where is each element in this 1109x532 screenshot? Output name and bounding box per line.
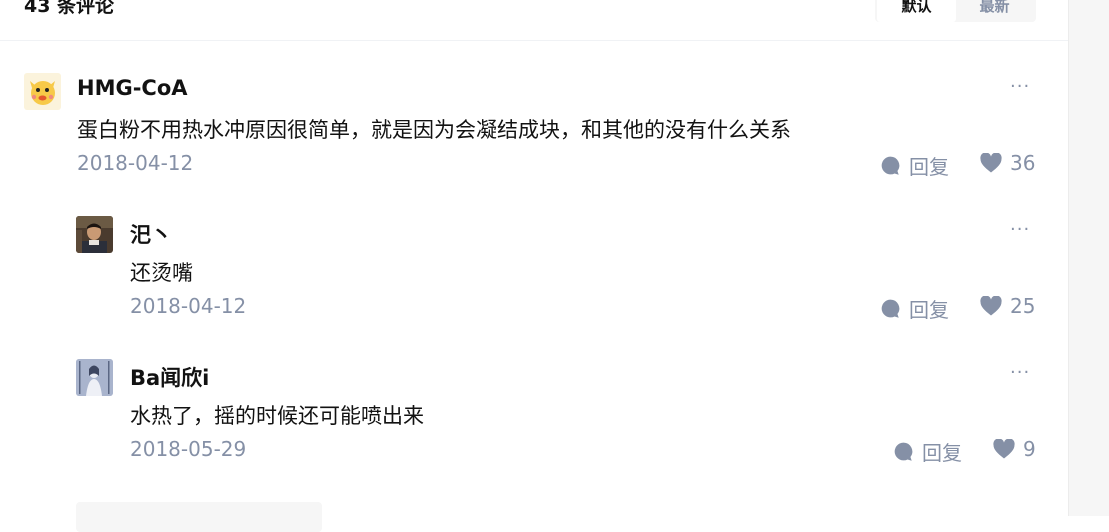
- like-count: 25: [1010, 294, 1036, 318]
- comment-content: 还烫嘴: [130, 261, 193, 285]
- load-more-button[interactable]: [76, 502, 322, 532]
- like-button[interactable]: 9: [993, 437, 1036, 461]
- comment-bubble-icon: [880, 155, 901, 176]
- comment-date: 2018-05-29: [130, 437, 247, 461]
- comment-author[interactable]: Ba闻欣i: [130, 362, 209, 392]
- comment-content: 水热了，摇的时候还可能喷出来: [130, 404, 424, 428]
- more-options-icon[interactable]: ···: [1010, 362, 1030, 383]
- reply-item: Ba闻欣i ··· 水热了，摇的时候还可能喷出来 2018-05-29 回复 9: [0, 343, 1068, 488]
- heart-icon: [980, 296, 1002, 316]
- reply-label: 回复: [909, 298, 949, 322]
- reply-label: 回复: [909, 155, 949, 179]
- comment-author[interactable]: 汜丶: [130, 219, 172, 249]
- comment-bubble-icon: [893, 441, 914, 462]
- comment-content: 蛋白粉不用热水冲原因很简单，就是因为会凝结成块，和其他的没有什么关系: [77, 118, 791, 142]
- comment-bubble-icon: [880, 298, 901, 319]
- comment-author[interactable]: HMG-CoA: [77, 76, 188, 100]
- reply-button[interactable]: 回复: [893, 437, 962, 466]
- avatar[interactable]: [76, 216, 113, 253]
- more-options-icon[interactable]: ···: [1010, 76, 1030, 97]
- heart-icon: [993, 439, 1015, 459]
- comment-date: 2018-04-12: [130, 294, 247, 318]
- reply-item: 汜丶 ··· 还烫嘴 2018-04-12 回复 25: [0, 200, 1068, 343]
- comment-date: 2018-04-12: [77, 151, 194, 175]
- heart-icon: [980, 153, 1002, 173]
- more-options-icon[interactable]: ···: [1010, 219, 1030, 240]
- reply-button[interactable]: 回复: [880, 294, 949, 323]
- like-count: 9: [1023, 437, 1036, 461]
- like-count: 36: [1010, 151, 1036, 175]
- like-button[interactable]: 25: [980, 294, 1035, 318]
- like-button[interactable]: 36: [980, 151, 1035, 175]
- reply-label: 回复: [922, 441, 962, 465]
- avatar[interactable]: [76, 359, 113, 396]
- page-gutter: [1068, 0, 1109, 516]
- avatar[interactable]: [24, 73, 61, 110]
- reply-button[interactable]: 回复: [880, 151, 949, 180]
- comment-item: HMG-CoA ··· 蛋白粉不用热水冲原因很简单，就是因为会凝结成块，和其他的…: [0, 0, 1068, 200]
